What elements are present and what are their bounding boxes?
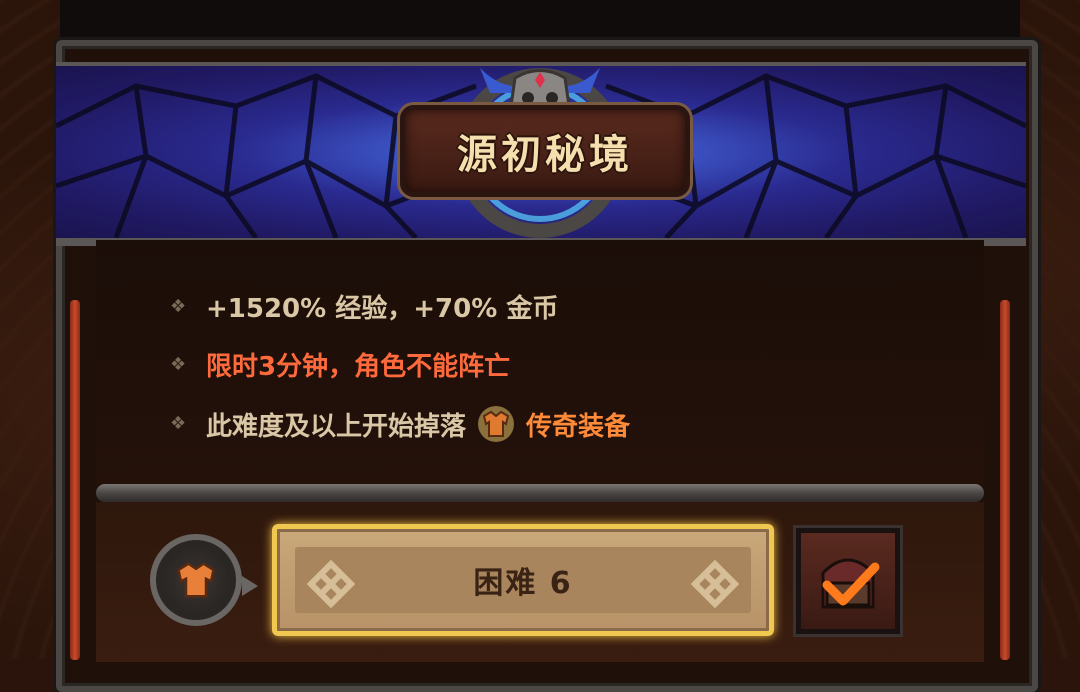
armor-icon [177,562,215,598]
page-title: 源初秘境 [457,132,633,178]
drop-line: ❖ 此难度及以上开始掉落 传奇装备 [170,404,630,444]
title-plate: 源初秘境 [400,105,690,197]
difficulty-label: 困难 6 [473,566,573,601]
chest-check-icon [821,558,880,609]
reward-line: ❖ +1520% 经验，+70% 金币 [170,288,558,325]
section-divider [96,484,984,502]
left-knot-ornament [306,559,356,609]
reward-text: +1520% 经验，+70% 金币 [206,294,559,324]
diamond-bullet-icon: ❖ [170,353,187,375]
right-knot-ornament [690,559,740,609]
armor-icon [478,406,515,442]
diamond-bullet-icon: ❖ [170,295,187,317]
diamond-bullet-icon: ❖ [170,413,187,434]
difficulty-selector[interactable]: 困难 6 [272,524,774,636]
legendary-gear-text: 传奇装备 [526,411,631,442]
equipment-filter-button[interactable] [150,534,258,626]
right-rail [1000,300,1010,660]
time-limit-line: ❖ 限时3分钟，角色不能阵亡 [170,346,510,383]
confirm-button[interactable] [796,528,900,634]
drop-text: 此难度及以上开始掉落 [206,411,467,442]
time-limit-text: 限时3分钟，角色不能阵亡 [206,352,511,382]
left-rail [70,300,80,660]
